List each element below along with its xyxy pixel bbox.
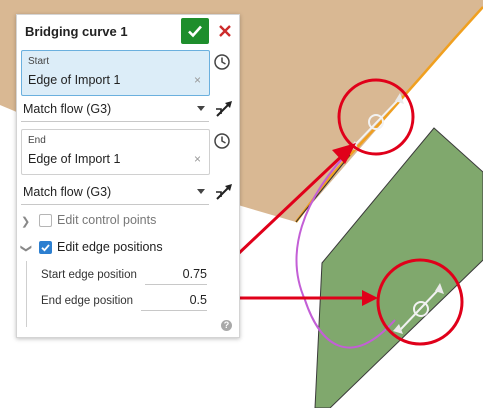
chevron-down-icon bbox=[197, 189, 205, 194]
start-edge-position-input[interactable]: 0.75 bbox=[145, 266, 207, 285]
start-field-value: Edge of Import 1 bbox=[28, 73, 121, 87]
accept-button[interactable] bbox=[181, 18, 209, 44]
end-match-dropdown[interactable]: Match flow (G3) bbox=[21, 180, 209, 205]
end-edge-field[interactable]: End Edge of Import 1 × bbox=[21, 129, 210, 175]
checkmark-icon bbox=[188, 25, 202, 38]
end-field-label: End bbox=[28, 135, 46, 146]
clock-icon[interactable] bbox=[213, 53, 231, 71]
clear-end-icon[interactable]: × bbox=[194, 153, 201, 165]
start-match-dropdown[interactable]: Match flow (G3) bbox=[21, 97, 209, 122]
checkmark-icon bbox=[41, 244, 50, 252]
clock-icon[interactable] bbox=[213, 132, 231, 150]
help-icon[interactable]: ? bbox=[221, 320, 232, 331]
end-match-value: Match flow (G3) bbox=[23, 185, 112, 199]
close-icon bbox=[219, 25, 231, 37]
start-edge-position-label: Start edge position bbox=[41, 269, 137, 281]
chevron-down-icon[interactable]: ❯ bbox=[20, 244, 33, 253]
group-indent-line bbox=[26, 261, 27, 327]
dialog-header: Bridging curve 1 bbox=[17, 15, 239, 49]
edit-edge-positions-checkbox[interactable] bbox=[39, 241, 52, 254]
start-edge-field[interactable]: Start Edge of Import 1 × bbox=[21, 50, 210, 96]
end-edge-position-input[interactable]: 0.5 bbox=[141, 292, 207, 311]
end-field-value: Edge of Import 1 bbox=[28, 152, 121, 166]
edit-edge-positions-label: Edit edge positions bbox=[57, 240, 163, 254]
edit-edge-positions-row[interactable]: ❯ Edit edge positions bbox=[20, 239, 221, 259]
bridging-curve-dialog: Bridging curve 1 Start Edge of Import 1 … bbox=[16, 14, 240, 338]
flip-direction-icon[interactable] bbox=[213, 181, 235, 203]
flip-direction-icon[interactable] bbox=[213, 98, 235, 120]
cancel-button[interactable] bbox=[215, 20, 235, 42]
end-edge-position-label: End edge position bbox=[41, 295, 134, 307]
chevron-down-icon bbox=[197, 106, 205, 111]
dialog-title: Bridging curve 1 bbox=[25, 24, 128, 39]
start-match-value: Match flow (G3) bbox=[23, 102, 112, 116]
clear-start-icon[interactable]: × bbox=[194, 74, 201, 86]
start-field-label: Start bbox=[28, 56, 50, 67]
edit-control-points-row[interactable]: ❯ Edit control points bbox=[21, 212, 221, 232]
edit-control-points-checkbox[interactable] bbox=[39, 214, 52, 227]
edit-control-points-label: Edit control points bbox=[57, 213, 157, 227]
chevron-right-icon[interactable]: ❯ bbox=[21, 215, 30, 228]
